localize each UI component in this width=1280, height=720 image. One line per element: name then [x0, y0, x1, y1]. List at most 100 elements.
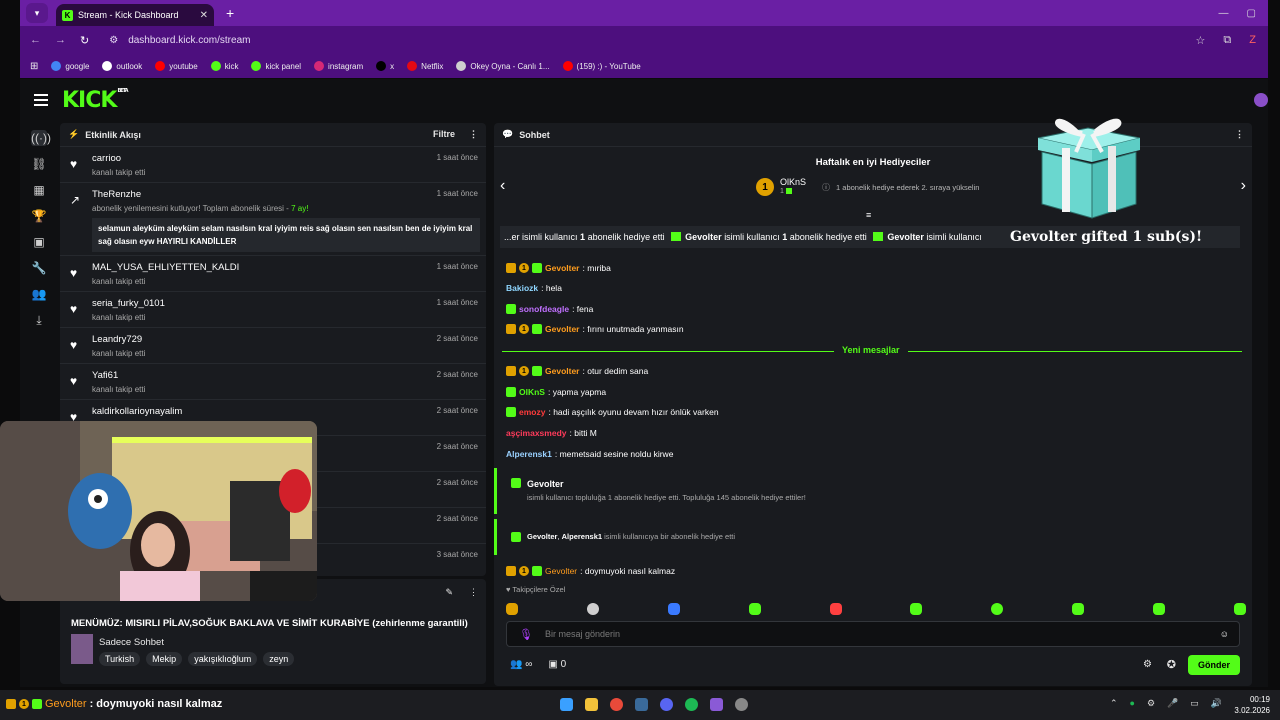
ticker-user[interactable]: Gevolter [685, 232, 722, 242]
volume-icon[interactable]: 🔊 [1211, 698, 1222, 709]
event-username[interactable]: Yafi61 [92, 370, 486, 381]
chat-username[interactable]: OlKnS [519, 387, 545, 397]
url-field[interactable]: dashboard.kick.com/stream [128, 35, 250, 46]
trophy-icon[interactable]: 🏆 [31, 208, 47, 224]
close-tab-icon[interactable]: ✕ [200, 10, 208, 21]
tools-icon[interactable]: 🔧 [31, 260, 47, 276]
stream-info-more-icon[interactable]: ⋮ [469, 587, 478, 598]
menu-icon[interactable] [34, 94, 48, 106]
viewers-icon[interactable]: 👥 ∞ [510, 659, 532, 670]
event-username[interactable]: TheRenzhe [92, 189, 486, 200]
emote-icon[interactable] [1072, 603, 1085, 615]
bookmark-item[interactable]: youtube [155, 61, 198, 71]
mic-tray-icon[interactable]: 🎤 [1167, 698, 1178, 709]
new-tab-button[interactable]: + [226, 5, 234, 21]
link-icon[interactable]: ⛓ [31, 156, 47, 172]
network-icon[interactable]: ▭ [1190, 698, 1199, 709]
spotify-icon[interactable] [685, 698, 698, 711]
profile-avatar[interactable]: Z [1249, 34, 1256, 47]
chat-username[interactable]: emozy [519, 407, 545, 417]
stream-icon[interactable]: ((·)) [31, 130, 51, 146]
mod-tools-icon[interactable]: ✪ [1167, 658, 1176, 671]
chat-more-icon[interactable]: ⋮ [1235, 129, 1244, 140]
vs-icon[interactable] [710, 698, 723, 711]
chrome-icon[interactable] [610, 698, 623, 711]
download-icon[interactable]: ⤓ [31, 312, 47, 328]
more-options-icon[interactable]: ⋮ [469, 129, 478, 140]
tab-search-button[interactable]: ▾ [26, 3, 48, 23]
apps-grid-icon[interactable]: ⊞ [30, 61, 38, 72]
stream-tag[interactable]: Turkish [99, 652, 141, 666]
bookmark-item[interactable]: Okey Oyna - Canlı 1... [456, 61, 550, 71]
mic-icon[interactable]: 🎙 [519, 628, 533, 641]
emote-icon[interactable] [991, 603, 1004, 615]
taskbar-clock[interactable]: 00:19 3.02.2026 [1234, 694, 1270, 716]
forward-icon[interactable]: → [55, 34, 66, 47]
send-button[interactable]: Gönder [1188, 655, 1240, 675]
file-explorer-icon[interactable] [585, 698, 598, 711]
back-icon[interactable]: ← [30, 34, 41, 47]
community-icon[interactable]: 👥 [31, 286, 47, 302]
maximize-icon[interactable]: ▢ [1247, 8, 1256, 19]
browser-tab[interactable]: K Stream - Kick Dashboard ✕ [56, 4, 214, 26]
settings-icon[interactable] [735, 698, 748, 711]
edit-icon[interactable]: ✎ [445, 587, 453, 598]
steam-icon[interactable] [635, 698, 648, 711]
kick-logo[interactable]: KICKBETA [62, 88, 129, 113]
tray-app-icon[interactable]: ● [1130, 698, 1135, 709]
emote-icon[interactable] [586, 603, 599, 615]
next-arrow-icon[interactable]: › [1241, 177, 1246, 195]
collapse-icon[interactable]: ≡ [866, 210, 871, 220]
ticker-user[interactable]: Gevolter [887, 232, 924, 242]
bookmark-item[interactable]: google [51, 61, 89, 71]
event-username[interactable]: carrioo [92, 153, 486, 164]
emoji-icon[interactable]: ☺ [1220, 629, 1229, 639]
emote-icon[interactable] [748, 603, 761, 615]
user-avatar[interactable] [1254, 93, 1268, 107]
bookmark-item[interactable]: Netflix [407, 61, 443, 71]
chat-username[interactable]: Gevolter [545, 366, 580, 376]
chat-username[interactable]: Gevolter [545, 263, 580, 273]
message-input[interactable]: 🎙 Bir mesaj gönderin ☺ [506, 621, 1240, 647]
stream-tag[interactable]: yakışıklıoğlum [188, 652, 258, 666]
chat-username[interactable]: Alperensk1 [506, 449, 552, 459]
extensions-icon[interactable]: ⧉ [1223, 34, 1231, 47]
tray-chevron-icon[interactable]: ⌃ [1110, 698, 1118, 709]
bookmark-item[interactable]: kick panel [251, 61, 301, 71]
bookmark-item[interactable]: (159) :) - YouTube [562, 61, 641, 71]
tray-steam-icon[interactable]: ⚙ [1147, 698, 1155, 709]
chat-username[interactable]: Gevolter [545, 324, 580, 334]
points-icon[interactable]: ▣ 0 [548, 659, 566, 670]
bookmark-item[interactable]: outlook [102, 61, 142, 71]
bookmark-star-icon[interactable]: ☆ [1196, 34, 1206, 47]
site-info-icon[interactable]: ⚙ [109, 35, 118, 46]
stream-category[interactable]: Sadece Sohbet [99, 637, 164, 648]
filter-button[interactable]: Filtre [433, 129, 455, 140]
windows-start-icon[interactable] [560, 698, 573, 711]
event-username[interactable]: seria_furky_0101 [92, 298, 486, 309]
gift-event2-user[interactable]: Gevolter [527, 532, 557, 541]
emote-icon[interactable] [506, 603, 518, 615]
category-thumbnail[interactable] [71, 634, 93, 664]
event-username[interactable]: MAL_YUSA_EHLIYETTEN_KALDI [92, 262, 486, 273]
bookmark-item[interactable]: x [376, 61, 394, 71]
stream-tag[interactable]: Mekip [146, 652, 183, 666]
discord-icon[interactable] [660, 698, 673, 711]
chat-username[interactable]: Bakiozk [506, 283, 538, 293]
emote-icon[interactable] [1153, 603, 1165, 615]
reload-icon[interactable]: ↻ [80, 34, 89, 47]
chat-username[interactable]: sonofdeagle [519, 304, 569, 314]
event-username[interactable]: kaldirkollarioynayalim [92, 406, 486, 417]
chat-username[interactable]: aşçimaxsmedy [506, 428, 567, 438]
emote-icon[interactable] [910, 603, 923, 615]
emote-icon[interactable] [829, 603, 842, 615]
settings-gear-icon[interactable]: ⚙ [1143, 659, 1152, 670]
stream-tag[interactable]: zeyn [263, 652, 295, 666]
analytics-icon[interactable]: ▦ [31, 182, 47, 198]
prev-arrow-icon[interactable]: ‹ [500, 177, 505, 195]
emote-icon[interactable] [1233, 603, 1246, 615]
emote-icon[interactable] [667, 603, 680, 615]
minimize-icon[interactable]: — [1219, 8, 1229, 19]
bookmark-item[interactable]: kick [210, 61, 238, 71]
media-icon[interactable]: ▣ [31, 234, 47, 250]
